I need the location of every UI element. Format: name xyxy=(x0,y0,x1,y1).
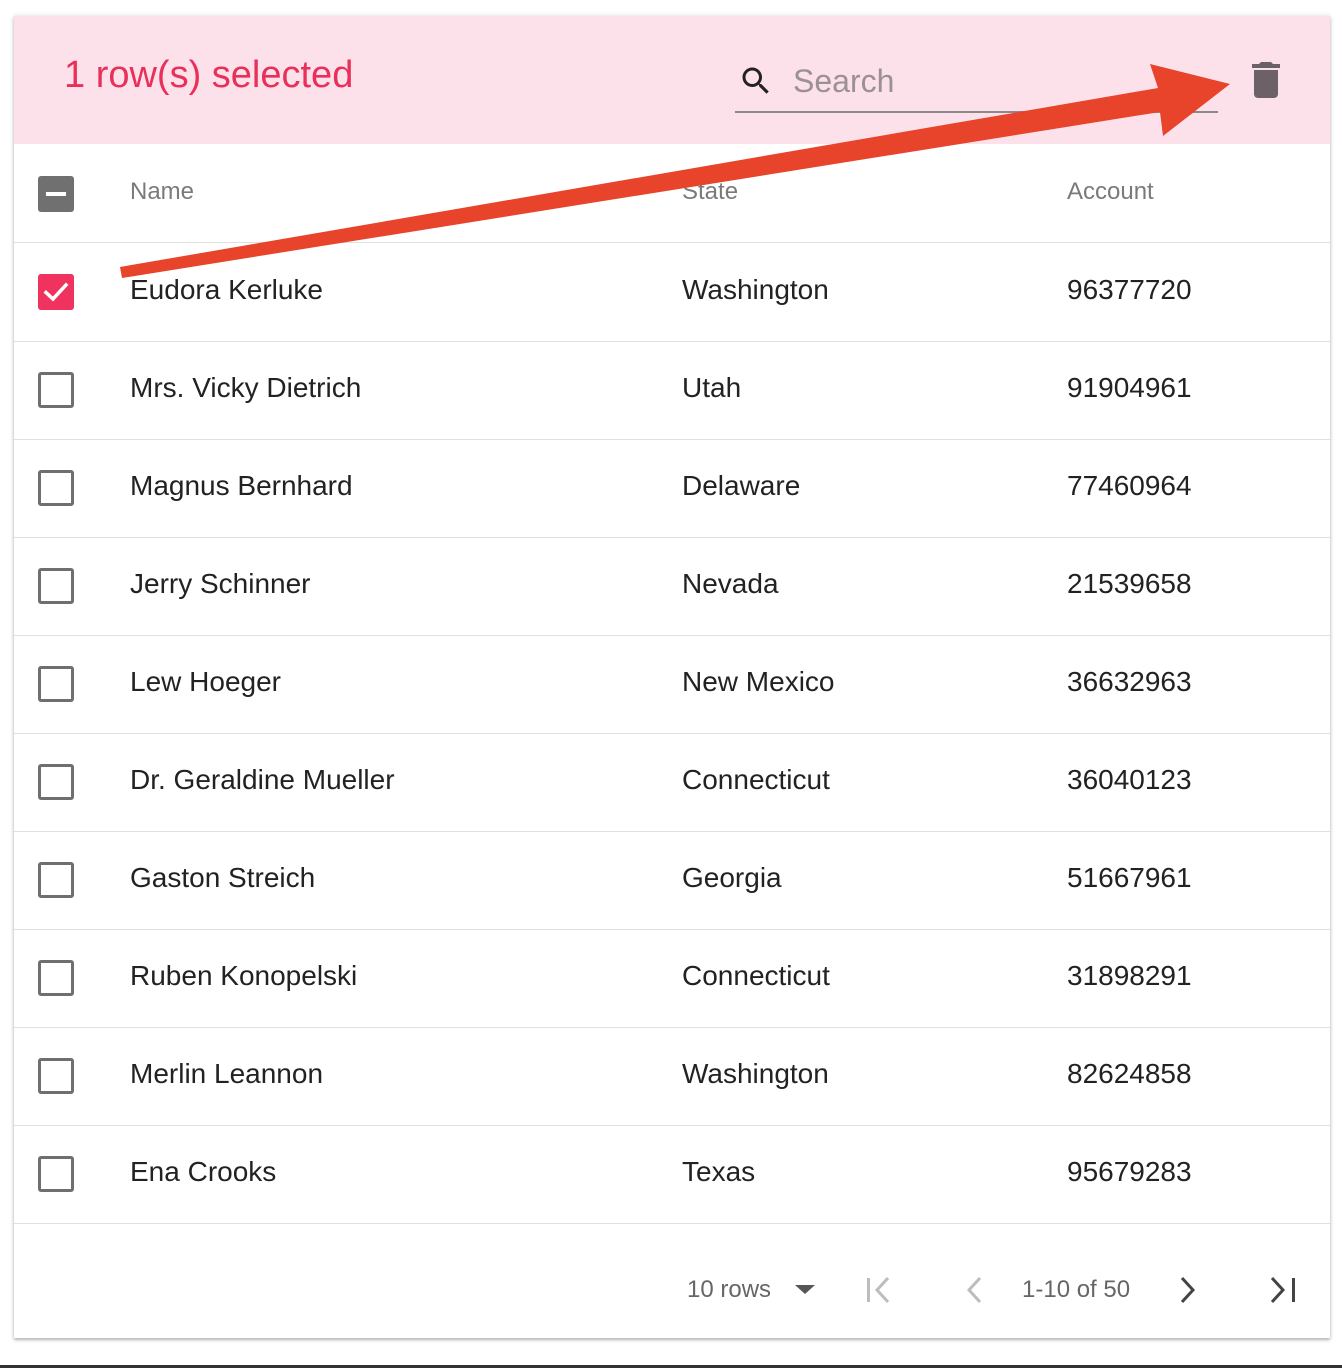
cell-account: 95679283 xyxy=(1067,1156,1192,1187)
pagination-bar: 10 rows 1-10 of 50 xyxy=(14,1225,1330,1338)
cell-name: Jerry Schinner xyxy=(130,568,311,599)
first-page-icon[interactable] xyxy=(862,1273,896,1307)
cell-account: 77460964 xyxy=(1067,470,1192,501)
cell-account: 31898291 xyxy=(1067,960,1192,991)
table-header-row: Name State Account xyxy=(14,144,1330,243)
table-row[interactable]: Magnus Bernhard Delaware 77460964 xyxy=(14,439,1330,538)
page-range: 1-10 of 50 xyxy=(1022,1276,1131,1303)
last-page-icon[interactable] xyxy=(1266,1273,1300,1307)
row-checkbox[interactable] xyxy=(38,666,74,702)
cell-state: Connecticut xyxy=(682,764,830,795)
cell-name: Merlin Leannon xyxy=(130,1058,324,1089)
search-field[interactable] xyxy=(735,56,1218,113)
row-checkbox[interactable] xyxy=(38,960,74,996)
chevron-left-icon[interactable] xyxy=(958,1273,992,1307)
cell-account: 36040123 xyxy=(1067,764,1192,795)
cell-name: Dr. Geraldine Mueller xyxy=(130,764,395,795)
select-all-checkbox[interactable] xyxy=(38,176,74,212)
table-row[interactable]: Merlin Leannon Washington 82624858 xyxy=(14,1027,1330,1126)
row-checkbox[interactable] xyxy=(38,568,74,604)
cell-name: Mrs. Vicky Dietrich xyxy=(130,372,362,403)
row-checkbox[interactable] xyxy=(38,1058,74,1094)
check-icon xyxy=(43,282,69,302)
cell-name: Eudora Kerluke xyxy=(130,274,324,305)
search-icon xyxy=(742,67,769,94)
chevron-right-icon[interactable] xyxy=(1170,1273,1204,1307)
table-row[interactable]: Eudora Kerluke Washington 96377720 xyxy=(14,243,1330,342)
row-checkbox[interactable] xyxy=(38,1156,74,1192)
table-row[interactable]: Lew Hoeger New Mexico 36632963 xyxy=(14,635,1330,734)
cell-account: 91904961 xyxy=(1067,372,1192,403)
selection-toolbar: 1 row(s) selected xyxy=(14,16,1330,144)
table-row[interactable]: Gaston Streich Georgia 51667961 xyxy=(14,831,1330,930)
table-row[interactable]: Dr. Geraldine Mueller Connecticut 360401… xyxy=(14,733,1330,832)
cell-name: Magnus Bernhard xyxy=(130,470,353,501)
cell-name: Ruben Konopelski xyxy=(130,960,358,991)
header-name[interactable]: Name xyxy=(130,178,194,206)
selected-count-title: 1 row(s) selected xyxy=(64,54,354,96)
row-checkbox[interactable] xyxy=(38,862,74,898)
cell-state: Utah xyxy=(682,372,742,403)
cell-account: 51667961 xyxy=(1067,862,1192,893)
table-row[interactable]: Ena Crooks Texas 95679283 xyxy=(14,1125,1330,1224)
cell-state: New Mexico xyxy=(682,666,835,697)
cell-account: 21539658 xyxy=(1067,568,1192,599)
row-checkbox[interactable] xyxy=(38,470,74,506)
cell-state: Delaware xyxy=(682,470,801,501)
row-checkbox[interactable] xyxy=(38,372,74,408)
cell-state: Washington xyxy=(682,1058,829,1089)
cell-state: Connecticut xyxy=(682,960,830,991)
rows-per-page-select[interactable]: 10 rows xyxy=(687,1276,771,1304)
row-checkbox[interactable] xyxy=(38,274,74,310)
cell-state: Nevada xyxy=(682,568,779,599)
delete-button[interactable] xyxy=(1242,56,1290,104)
arrow-drop-down-icon[interactable] xyxy=(792,1281,818,1297)
header-account[interactable]: Account xyxy=(1067,178,1154,206)
trash-icon xyxy=(1252,62,1280,98)
cell-name: Ena Crooks xyxy=(130,1156,277,1187)
cell-state: Washington xyxy=(682,274,829,305)
cell-state: Texas xyxy=(682,1156,756,1187)
cell-account: 82624858 xyxy=(1067,1058,1192,1089)
cell-account: 36632963 xyxy=(1067,666,1192,697)
row-checkbox[interactable] xyxy=(38,764,74,800)
indeterminate-icon xyxy=(46,192,66,196)
cell-name: Lew Hoeger xyxy=(130,666,281,697)
header-state[interactable]: State xyxy=(682,178,738,206)
data-table-card: 1 row(s) selected Name State Account xyxy=(14,16,1330,1338)
table-row[interactable]: Mrs. Vicky Dietrich Utah 91904961 xyxy=(14,341,1330,440)
cell-account: 96377720 xyxy=(1067,274,1192,305)
table-row[interactable]: Ruben Konopelski Connecticut 31898291 xyxy=(14,929,1330,1028)
cell-state: Georgia xyxy=(682,862,782,893)
search-input[interactable] xyxy=(791,58,1175,104)
table-row[interactable]: Jerry Schinner Nevada 21539658 xyxy=(14,537,1330,636)
cell-name: Gaston Streich xyxy=(130,862,316,893)
